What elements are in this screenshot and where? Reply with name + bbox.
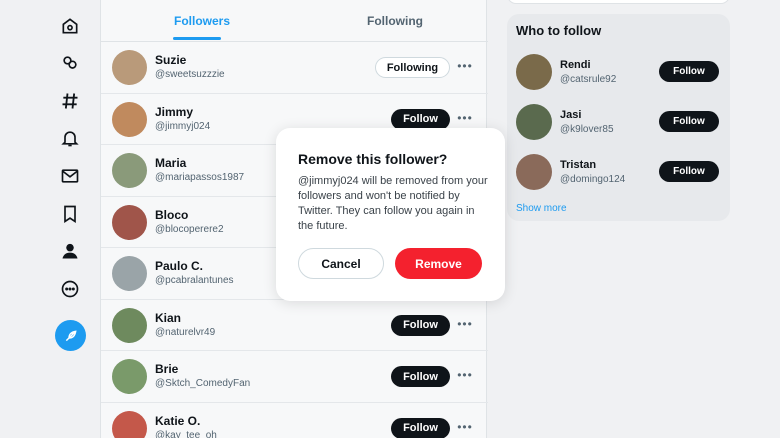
follow-button[interactable]: Follow: [391, 314, 450, 336]
user-handle: @kay_tee_oh: [155, 429, 217, 438]
communities-icon[interactable]: [56, 49, 84, 77]
bell-icon[interactable]: [56, 124, 84, 152]
user-handle: @pcabralantunes: [155, 275, 234, 286]
user-handle: @Sktch_ComedyFan: [155, 378, 251, 389]
user-handle: @mariapassos1987: [155, 172, 245, 183]
avatar[interactable]: [516, 104, 552, 140]
avatar[interactable]: [112, 359, 147, 394]
mail-icon[interactable]: [56, 162, 84, 190]
tab-followers[interactable]: Followers: [174, 14, 230, 28]
avatar[interactable]: [112, 307, 147, 343]
user-name[interactable]: Tristan: [560, 159, 596, 171]
follower-row[interactable]: Katie O. @kay_tee_oh Follow •••: [101, 403, 488, 438]
user-name[interactable]: Brie: [155, 362, 178, 376]
dialog-body: @jimmyj024 will be removed from your fol…: [298, 175, 488, 232]
more-options-icon[interactable]: •••: [457, 366, 473, 384]
avatar[interactable]: [112, 50, 147, 85]
user-name[interactable]: Maria: [155, 156, 186, 170]
follow-button[interactable]: Follow: [391, 366, 450, 387]
active-tab-indicator: [173, 37, 221, 40]
more-circle-icon[interactable]: [56, 275, 84, 303]
hashtag-icon[interactable]: [56, 87, 84, 115]
avatar[interactable]: [112, 410, 147, 438]
tab-following[interactable]: Following: [367, 14, 423, 28]
user-handle: @jimmyj024: [155, 120, 211, 132]
avatar[interactable]: [112, 256, 147, 291]
avatar[interactable]: [112, 153, 147, 188]
dialog-title: Remove this follower?: [298, 151, 448, 167]
more-options-icon[interactable]: •••: [457, 315, 473, 333]
bookmark-icon[interactable]: [56, 200, 84, 228]
user-handle: @sweetsuzzzie: [155, 69, 225, 80]
avatar[interactable]: [516, 154, 552, 190]
user-handle: @blocoperere2: [155, 223, 224, 235]
more-options-icon[interactable]: •••: [457, 418, 473, 436]
left-nav: [0, 0, 100, 438]
user-name[interactable]: Suzie: [155, 53, 186, 67]
user-handle: @k9lover85: [560, 124, 614, 135]
user-name[interactable]: Rendi: [560, 59, 591, 71]
suggestion-row[interactable]: Jasi @k9lover85 Follow: [507, 104, 730, 154]
compose-button[interactable]: [55, 320, 86, 351]
follow-button[interactable]: Follow: [659, 61, 719, 82]
suggestion-row[interactable]: Tristan @domingo124 Follow: [507, 154, 730, 204]
user-name[interactable]: Katie O.: [155, 414, 200, 428]
user-name[interactable]: Jimmy: [155, 105, 193, 119]
remove-button[interactable]: Remove: [395, 248, 482, 279]
user-name[interactable]: Bloco: [155, 208, 188, 222]
feather-icon: [65, 329, 77, 341]
user-handle: @naturelvr49: [155, 326, 216, 338]
more-options-icon[interactable]: •••: [457, 109, 473, 127]
user-name[interactable]: Kian: [155, 311, 181, 325]
follower-row[interactable]: Brie @Sktch_ComedyFan Follow •••: [101, 351, 488, 403]
remove-follower-dialog: Remove this follower? @jimmyj024 will be…: [276, 128, 505, 301]
user-handle: @domingo124: [560, 174, 626, 185]
follow-button[interactable]: Follow: [659, 111, 719, 132]
cancel-button[interactable]: Cancel: [298, 248, 384, 279]
follow-button[interactable]: Follow: [659, 161, 719, 182]
avatar[interactable]: [516, 54, 552, 90]
following-button[interactable]: Following: [375, 57, 450, 78]
who-to-follow-title: Who to follow: [516, 23, 602, 38]
search-bar[interactable]: [507, 0, 730, 4]
user-handle: @catsrule92: [560, 74, 617, 85]
follower-row[interactable]: Kian @naturelvr49 Follow •••: [101, 300, 488, 351]
home-icon[interactable]: [56, 12, 84, 40]
who-to-follow-panel: Who to follow Rendi @catsrule92 Follow J…: [507, 14, 730, 221]
user-name[interactable]: Jasi: [560, 109, 581, 121]
more-options-icon[interactable]: •••: [457, 57, 473, 75]
follow-button[interactable]: Follow: [391, 417, 450, 438]
avatar[interactable]: [112, 101, 147, 137]
follow-button[interactable]: Follow: [391, 108, 450, 130]
user-name[interactable]: Paulo C.: [155, 259, 203, 273]
show-more-link[interactable]: Show more: [516, 203, 567, 214]
tab-bar: Followers Following: [101, 0, 488, 42]
suggestion-row[interactable]: Rendi @catsrule92 Follow: [507, 54, 730, 104]
profile-icon[interactable]: [56, 237, 84, 265]
avatar[interactable]: [112, 204, 147, 240]
follower-row[interactable]: Suzie @sweetsuzzzie Following •••: [101, 42, 488, 94]
